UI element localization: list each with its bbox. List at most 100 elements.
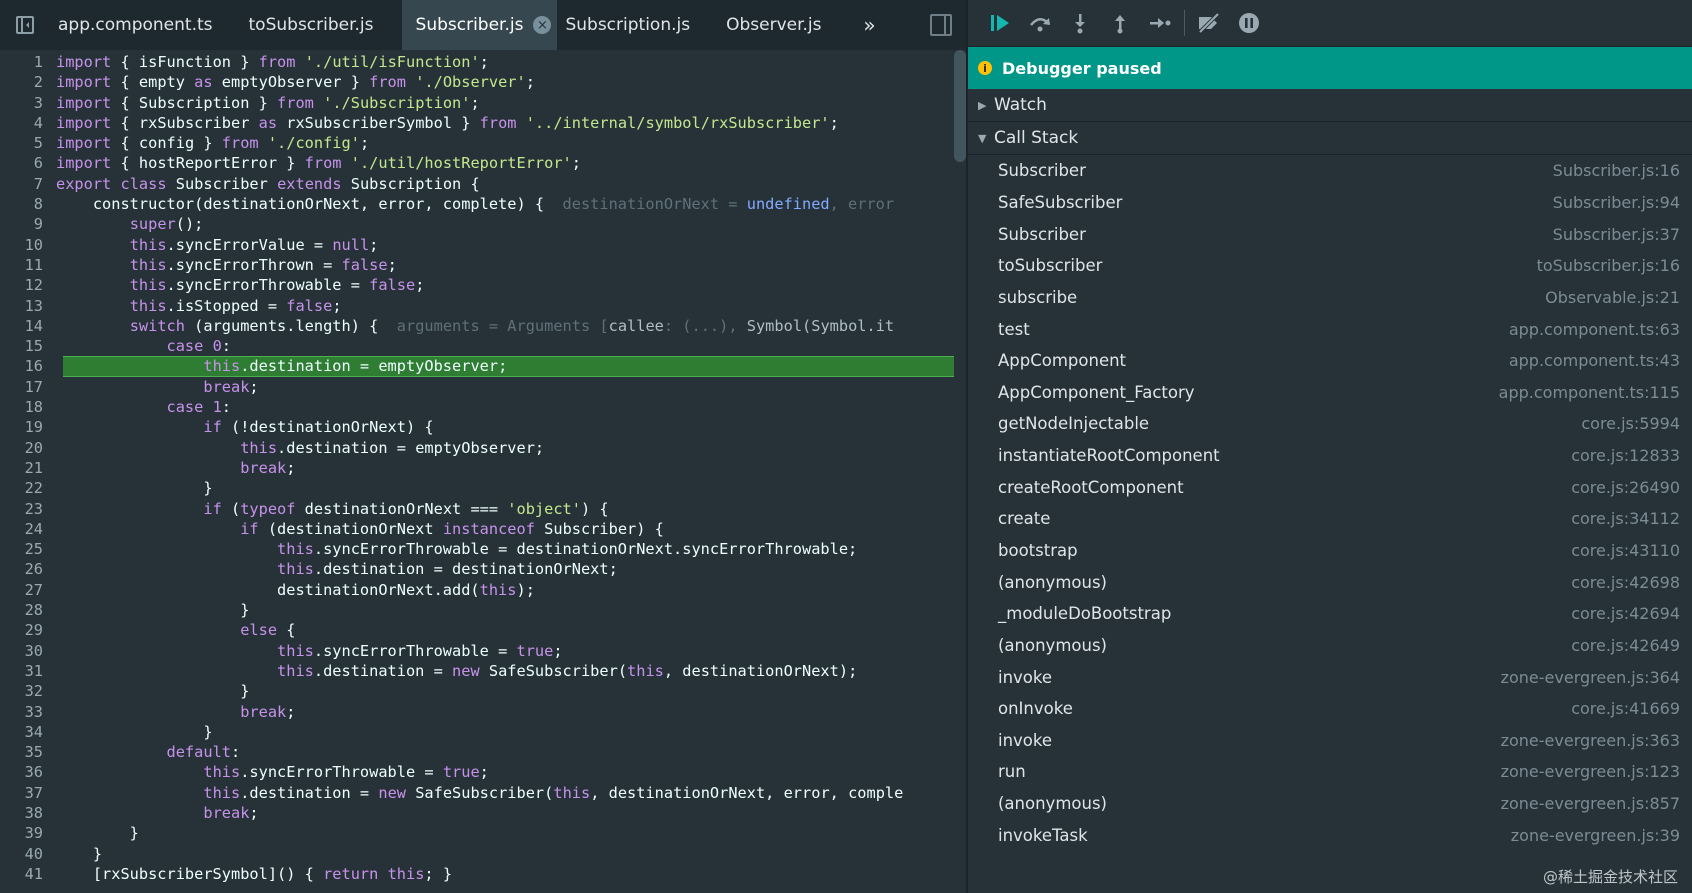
line-number[interactable]: 22 [0, 478, 56, 498]
line-number[interactable]: 18 [0, 397, 56, 417]
line-number[interactable]: 30 [0, 641, 56, 661]
call-stack-frame[interactable]: _moduleDoBootstrap core.js:42694 [968, 598, 1692, 630]
line-number[interactable]: 9 [0, 214, 56, 234]
call-stack-frame[interactable]: (anonymous) zone-evergreen.js:857 [968, 788, 1692, 820]
line-number[interactable]: 20 [0, 438, 56, 458]
toolbar-separator [1184, 10, 1185, 36]
pause-on-exceptions-button[interactable] [1229, 0, 1269, 46]
call-stack-frame[interactable]: subscribe Observable.js:21 [968, 282, 1692, 314]
call-stack-frame[interactable]: Subscriber Subscriber.js:16 [968, 155, 1692, 187]
tab-subscription-js[interactable]: Subscription.js [557, 0, 718, 50]
call-stack-frame[interactable]: (anonymous) core.js:42649 [968, 630, 1692, 662]
line-number[interactable]: 31 [0, 661, 56, 681]
code-text: this.isStopped = false; [129, 296, 342, 315]
tab-app-component-ts[interactable]: app.component.ts [50, 0, 241, 50]
resume-button[interactable] [980, 0, 1020, 46]
line-number[interactable]: 38 [0, 803, 56, 823]
call-stack-frame[interactable]: AppComponent_Factory app.component.ts:115 [968, 376, 1692, 408]
call-stack-frame[interactable]: invokeTask zone-evergreen.js:39 [968, 819, 1692, 851]
call-stack-frame[interactable]: getNodeInjectable core.js:5994 [968, 408, 1692, 440]
call-stack-frame[interactable]: create core.js:34112 [968, 503, 1692, 535]
line-number[interactable]: 29 [0, 620, 56, 640]
call-stack-frame[interactable]: Subscriber Subscriber.js:37 [968, 218, 1692, 250]
close-icon[interactable]: × [533, 16, 552, 34]
code-text: import { rxSubscriber as rxSubscriberSym… [56, 113, 839, 132]
watch-section-header[interactable]: ▶ Watch [968, 89, 1692, 122]
line-number[interactable]: 15 [0, 336, 56, 356]
step-button[interactable] [1140, 0, 1180, 46]
line-number[interactable]: 24 [0, 519, 56, 539]
line-number[interactable]: 35 [0, 742, 56, 762]
code-text: this.destination = new SafeSubscriber(th… [277, 661, 858, 680]
call-stack-frame[interactable]: run zone-evergreen.js:123 [968, 756, 1692, 788]
call-stack-frame[interactable]: invoke zone-evergreen.js:364 [968, 661, 1692, 693]
call-stack-frame[interactable]: onInvoke core.js:41669 [968, 693, 1692, 725]
toggle-debugger-sidebar-icon[interactable] [930, 14, 952, 36]
debugger-sidebar: i Debugger paused ▶ Watch ▼ Call Stack S… [968, 0, 1692, 893]
line-number[interactable]: 28 [0, 600, 56, 620]
call-stack-frame[interactable]: createRootComponent core.js:26490 [968, 471, 1692, 503]
line-number[interactable]: 32 [0, 681, 56, 701]
line-number[interactable]: 4 [0, 113, 56, 133]
call-stack-frame[interactable]: instantiateRootComponent core.js:12833 [968, 440, 1692, 472]
line-number[interactable]: 17 [0, 377, 56, 397]
code-text: switch (arguments.length) { arguments = … [129, 316, 895, 335]
line-number[interactable]: 19 [0, 417, 56, 437]
code-line: 38 break; [0, 803, 954, 823]
line-number[interactable]: 23 [0, 499, 56, 519]
frame-location: app.component.ts:43 [1508, 351, 1680, 371]
line-number[interactable]: 40 [0, 844, 56, 864]
deactivate-breakpoints-button[interactable] [1189, 0, 1229, 46]
code-line: 18 case 1: [0, 397, 954, 417]
editor-scrollbar[interactable] [954, 50, 966, 162]
line-number[interactable]: 21 [0, 458, 56, 478]
call-stack-section-header[interactable]: ▼ Call Stack [968, 122, 1692, 155]
line-number[interactable]: 33 [0, 702, 56, 722]
line-number[interactable]: 16 [0, 356, 56, 377]
line-number[interactable]: 12 [0, 275, 56, 295]
line-number[interactable]: 2 [0, 72, 56, 92]
line-number[interactable]: 14 [0, 316, 56, 336]
tab-subscriber-js[interactable]: Subscriber.js × [401, 0, 558, 50]
line-number[interactable]: 25 [0, 539, 56, 559]
line-number[interactable]: 7 [0, 174, 56, 194]
call-stack-frame[interactable]: SafeSubscriber Subscriber.js:94 [968, 187, 1692, 219]
line-number[interactable]: 6 [0, 153, 56, 173]
line-number[interactable]: 36 [0, 762, 56, 782]
line-number[interactable]: 26 [0, 559, 56, 579]
code-line: 20 this.destination = emptyObserver; [0, 438, 954, 458]
step-over-button[interactable] [1020, 0, 1060, 46]
more-tabs-icon[interactable]: » [850, 0, 890, 50]
line-number[interactable]: 8 [0, 194, 56, 214]
breakpoints-deactivate-icon [1198, 12, 1220, 34]
step-into-button[interactable] [1060, 0, 1100, 46]
code-text: super(); [129, 215, 204, 234]
frame-function-name: AppComponent [998, 351, 1127, 371]
line-number[interactable]: 37 [0, 783, 56, 803]
call-stack-frame[interactable]: AppComponent app.component.ts:43 [968, 345, 1692, 377]
tab-tosubscriber-js[interactable]: toSubscriber.js [241, 0, 402, 50]
call-stack-frame[interactable]: test app.component.ts:63 [968, 313, 1692, 345]
call-stack-label: Call Stack [994, 128, 1079, 148]
code-line: 13 this.isStopped = false; [0, 296, 954, 316]
call-stack-frame[interactable]: toSubscriber toSubscriber.js:16 [968, 250, 1692, 282]
call-stack-frame[interactable]: (anonymous) core.js:42698 [968, 566, 1692, 598]
line-number[interactable]: 13 [0, 296, 56, 316]
line-number[interactable]: 39 [0, 823, 56, 843]
line-number[interactable]: 41 [0, 864, 56, 884]
call-stack-frame[interactable]: invoke zone-evergreen.js:363 [968, 725, 1692, 757]
step-out-button[interactable] [1100, 0, 1140, 46]
line-number[interactable]: 5 [0, 133, 56, 153]
toggle-navigator-icon[interactable] [0, 0, 50, 50]
call-stack-frame[interactable]: bootstrap core.js:43110 [968, 535, 1692, 567]
tab-observer-js[interactable]: Observer.js [718, 0, 849, 50]
line-number[interactable]: 27 [0, 580, 56, 600]
line-number[interactable]: 11 [0, 255, 56, 275]
line-number[interactable]: 1 [0, 52, 56, 72]
frame-location: Subscriber.js:94 [1552, 192, 1680, 212]
code-view[interactable]: 1 import { isFunction } from './util/isFu… [0, 50, 954, 893]
line-number[interactable]: 3 [0, 93, 56, 113]
line-number[interactable]: 34 [0, 722, 56, 742]
line-number[interactable]: 10 [0, 235, 56, 255]
code-text: } [56, 682, 250, 701]
